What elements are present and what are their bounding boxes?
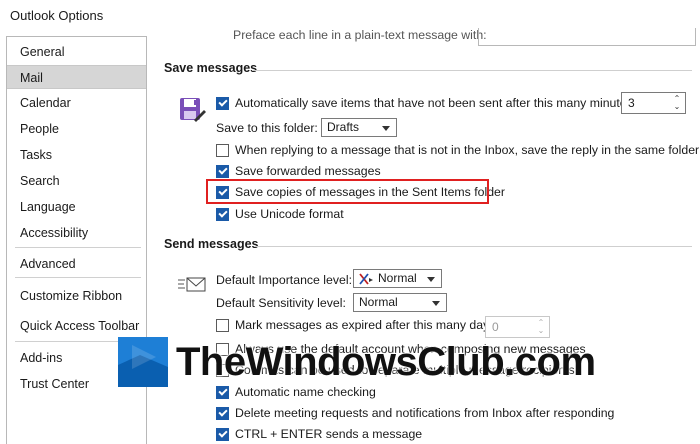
save-floppy-icon — [180, 98, 206, 122]
save-forwarded-label: Save forwarded messages — [235, 164, 381, 178]
sidebar-item-calendar[interactable]: Calendar — [7, 91, 146, 115]
autosave-row: Automatically save items that have not b… — [216, 94, 636, 112]
preface-line-label: Preface each line in a plain-text messag… — [233, 28, 487, 42]
preface-line-input[interactable] — [478, 28, 696, 46]
sidebar-item-people[interactable]: People — [7, 117, 146, 141]
sensitivity-value: Normal — [359, 295, 398, 309]
delete-meeting-row: Delete meeting requests and notification… — [216, 404, 614, 422]
use-unicode-checkbox[interactable] — [216, 207, 229, 221]
sidebar-item-tasks[interactable]: Tasks — [7, 143, 146, 167]
save-messages-header: Save messages — [164, 61, 258, 75]
sidebar-item-mail[interactable]: Mail — [7, 65, 146, 89]
window-title: Outlook Options — [10, 8, 104, 23]
save-to-folder-row: Save to this folder: — [216, 119, 318, 137]
importance-value: Normal — [378, 271, 417, 285]
save-forwarded-row: Save forwarded messages — [216, 162, 381, 180]
expire-checkbox[interactable] — [216, 318, 229, 332]
chevron-down-icon — [427, 277, 435, 282]
reply-same-folder-row: When replying to a message that is not i… — [216, 141, 699, 159]
watermark-text: TheWindowsClub.com — [176, 339, 596, 384]
autosave-checkbox[interactable] — [216, 96, 229, 110]
sensitivity-row: Default Sensitivity level: — [216, 294, 346, 312]
section-divider — [254, 246, 692, 247]
outlook-options-window: Outlook Options General Mail Calendar Pe… — [0, 0, 700, 444]
importance-flag-icon — [359, 273, 373, 285]
sidebar-item-customize-ribbon[interactable]: Customize Ribbon — [7, 284, 146, 308]
reply-same-folder-checkbox[interactable] — [216, 143, 229, 157]
chevron-down-icon — [382, 126, 390, 131]
importance-row: Default Importance level: — [216, 271, 352, 289]
delete-meeting-checkbox[interactable] — [216, 406, 229, 420]
ctrl-enter-label: CTRL + ENTER sends a message — [235, 427, 423, 441]
highlight-box — [206, 179, 489, 204]
importance-dropdown[interactable]: Normal — [353, 269, 442, 288]
delete-meeting-label: Delete meeting requests and notification… — [235, 406, 615, 420]
expire-label: Mark messages as expired after this many… — [235, 318, 499, 332]
sidebar-item-search[interactable]: Search — [7, 169, 146, 193]
save-forwarded-checkbox[interactable] — [216, 164, 229, 178]
section-divider — [252, 70, 692, 71]
send-messages-header: Send messages — [164, 237, 259, 251]
autosave-minutes-value: 3 — [628, 96, 635, 110]
sidebar-divider — [15, 247, 141, 248]
sensitivity-label: Default Sensitivity level: — [216, 296, 346, 310]
sidebar-item-language[interactable]: Language — [7, 195, 146, 219]
expire-days-value: 0 — [492, 320, 499, 334]
spinner-arrows[interactable]: ⌃ ⌄ — [672, 95, 682, 111]
chevron-down-icon[interactable]: ⌄ — [672, 103, 682, 111]
watermark: TheWindowsClub.com — [118, 333, 596, 391]
reply-same-folder-label: When replying to a message that is not i… — [235, 143, 700, 157]
use-unicode-label: Use Unicode format — [235, 207, 344, 221]
save-to-folder-label: Save to this folder: — [216, 121, 318, 135]
expire-row: Mark messages as expired after this many… — [216, 316, 499, 334]
save-to-folder-value: Drafts — [327, 120, 360, 134]
save-to-folder-dropdown[interactable]: Drafts — [321, 118, 397, 137]
ctrl-enter-checkbox[interactable] — [216, 427, 229, 441]
sensitivity-dropdown[interactable]: Normal — [353, 293, 447, 312]
sidebar-item-advanced[interactable]: Advanced — [7, 252, 146, 276]
windows-logo-icon — [118, 337, 168, 387]
sidebar-item-general[interactable]: General — [7, 40, 146, 64]
autosave-label: Automatically save items that have not b… — [235, 96, 637, 110]
ctrl-enter-row: CTRL + ENTER sends a message — [216, 425, 422, 443]
send-envelope-icon — [178, 277, 206, 292]
chevron-down-icon — [432, 301, 440, 306]
sidebar-divider — [15, 277, 141, 278]
title-bar: Outlook Options — [0, 0, 700, 30]
importance-label: Default Importance level: — [216, 273, 353, 287]
sidebar-item-accessibility[interactable]: Accessibility — [7, 221, 146, 245]
use-unicode-row: Use Unicode format — [216, 205, 344, 223]
autosave-minutes-spinner[interactable]: 3 ⌃ ⌄ — [621, 92, 686, 114]
